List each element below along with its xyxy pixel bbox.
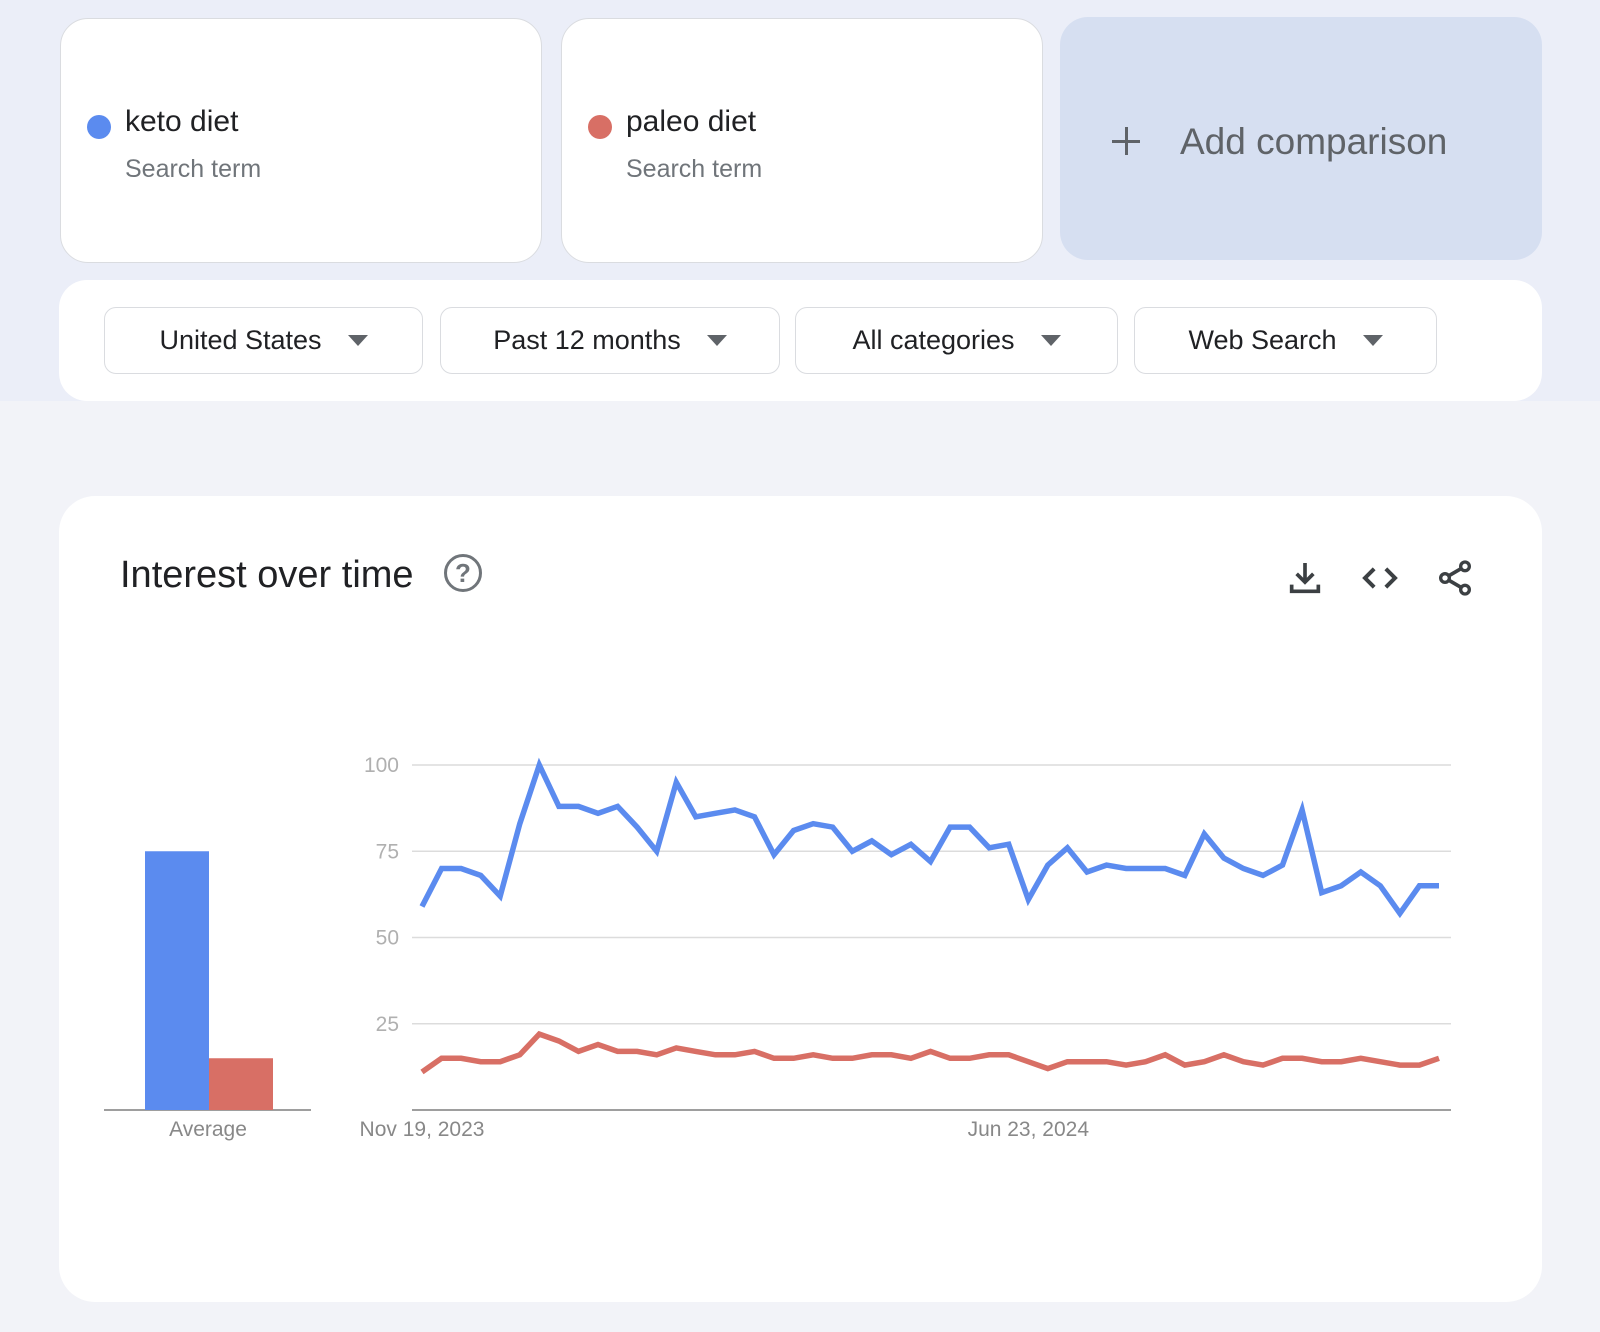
term-card-paleo-diet[interactable]: paleo diet Search term: [561, 18, 1043, 263]
x-tick-label: Nov 19, 2023: [360, 1118, 485, 1141]
series-line-keto-diet: [419, 757, 1439, 919]
category-dropdown-label: All categories: [852, 325, 1015, 355]
add-comparison-button[interactable]: Add comparison: [1060, 17, 1542, 260]
x-tick-label: Jun 23, 2024: [968, 1118, 1090, 1141]
region-dropdown-label: United States: [159, 325, 322, 355]
series-color-dot: [588, 115, 612, 139]
y-tick-label: 50: [376, 927, 399, 950]
caret-down-icon: [347, 335, 368, 346]
filter-bar: United States Past 12 months All categor…: [59, 280, 1542, 401]
term-type-label: Search term: [626, 155, 763, 183]
plus-icon: [1112, 127, 1140, 155]
term-label: keto diet: [125, 105, 239, 138]
bar-chart-x-label: Average: [169, 1118, 247, 1141]
term-label: paleo diet: [626, 105, 757, 138]
y-tick-label: 100: [364, 754, 399, 777]
y-tick-label: 25: [376, 1013, 399, 1036]
category-dropdown[interactable]: All categories: [795, 307, 1118, 374]
time-range-dropdown-label: Past 12 months: [493, 325, 681, 355]
series-color-dot: [87, 115, 111, 139]
region-dropdown[interactable]: United States: [104, 307, 423, 374]
caret-down-icon: [1362, 335, 1383, 346]
term-type-label: Search term: [125, 155, 262, 183]
y-tick-label: 75: [376, 840, 399, 863]
average-bar-paleo-diet: [209, 1058, 273, 1110]
caret-down-icon: [1040, 335, 1061, 346]
term-card-keto-diet[interactable]: keto diet Search term: [60, 18, 542, 263]
average-bar-keto-diet: [145, 851, 209, 1110]
time-range-dropdown[interactable]: Past 12 months: [440, 307, 780, 374]
interest-over-time-panel: Interest over time ? Average 25 50 75 100 No…: [59, 496, 1542, 1302]
add-comparison-label: Add comparison: [1180, 121, 1448, 162]
series-line-paleo-diet: [420, 1030, 1440, 1075]
chart-area: Average 25 50 75 100 Nov 19, 2023 Jun 23, 202…: [104, 754, 1451, 1141]
interest-line-chart: 25 50 75 100 Nov 19, 2023 Jun 23, 2024: [360, 754, 1451, 1141]
search-type-dropdown-label: Web Search: [1188, 325, 1337, 355]
average-bar-chart: Average: [104, 851, 311, 1141]
caret-down-icon: [706, 335, 727, 346]
search-type-dropdown[interactable]: Web Search: [1134, 307, 1437, 374]
